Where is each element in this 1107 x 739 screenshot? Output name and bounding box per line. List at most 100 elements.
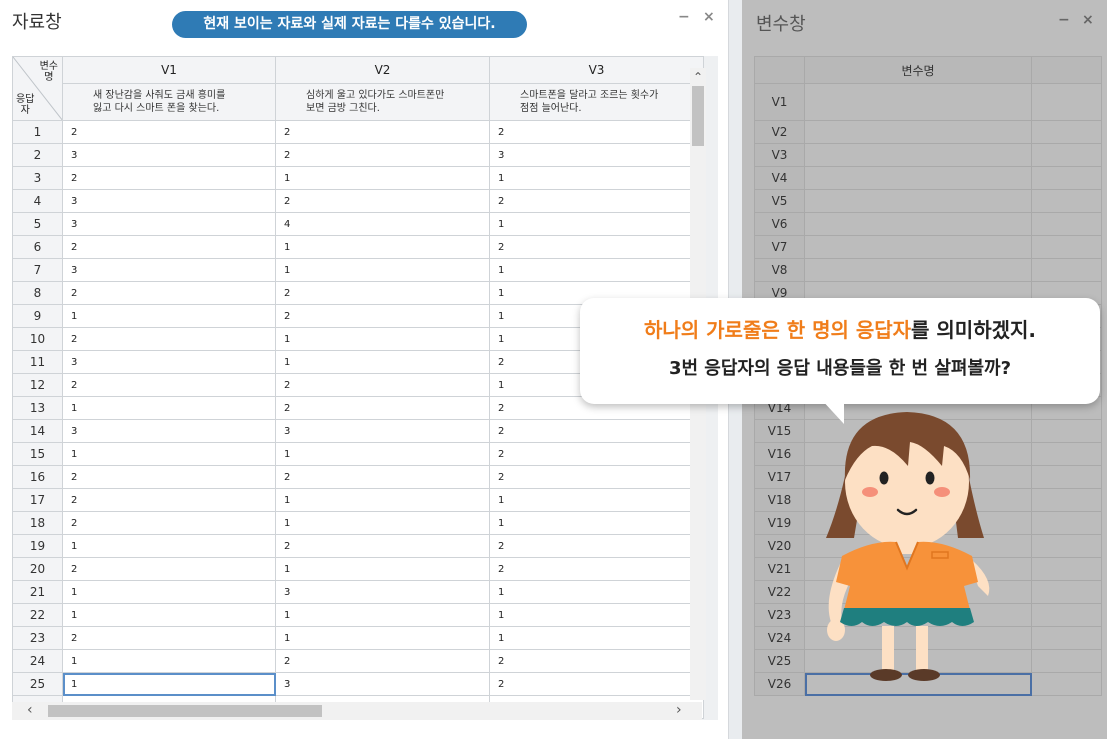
row-number[interactable]: 5 [12, 212, 63, 236]
data-cell[interactable]: 1 [275, 235, 490, 259]
variable-name-cell[interactable] [804, 143, 1032, 167]
row-number[interactable]: 20 [12, 557, 63, 581]
data-cell[interactable]: 2 [489, 557, 704, 581]
data-cell[interactable]: 2 [275, 649, 490, 673]
row-number[interactable]: 9 [12, 304, 63, 328]
column-header-v3[interactable]: V3 [489, 56, 704, 84]
data-cell[interactable]: 2 [275, 189, 490, 213]
variable-extra-cell[interactable] [1031, 235, 1102, 259]
variable-extra-cell[interactable] [1031, 442, 1102, 466]
data-cell[interactable]: 1 [275, 603, 490, 627]
data-cell[interactable]: 1 [275, 350, 490, 374]
data-cell[interactable]: 2 [62, 626, 276, 650]
variable-close-icon[interactable]: × [1082, 12, 1094, 28]
variable-extra-cell[interactable] [1031, 580, 1102, 604]
variable-id[interactable]: V8 [754, 258, 805, 282]
data-cell[interactable]: 2 [489, 649, 704, 673]
row-number[interactable]: 3 [12, 166, 63, 190]
row-number[interactable]: 7 [12, 258, 63, 282]
data-cell[interactable]: 1 [489, 603, 704, 627]
variable-extra-cell[interactable] [1031, 672, 1102, 696]
variable-minimize-icon[interactable]: − [1058, 12, 1070, 28]
data-cell[interactable]: 2 [489, 465, 704, 489]
data-cell[interactable]: 3 [489, 143, 704, 167]
variable-extra-cell[interactable] [1031, 649, 1102, 673]
variable-name-cell[interactable] [804, 189, 1032, 213]
data-cell[interactable]: 2 [489, 442, 704, 466]
row-number[interactable]: 1 [12, 120, 63, 144]
variable-extra-cell[interactable] [1031, 212, 1102, 236]
minimize-icon[interactable]: − [678, 9, 690, 25]
variable-name-cell[interactable] [804, 83, 1032, 121]
row-number[interactable]: 17 [12, 488, 63, 512]
variable-id[interactable]: V16 [754, 442, 805, 466]
variable-name-cell[interactable] [804, 166, 1032, 190]
variable-id[interactable]: V22 [754, 580, 805, 604]
variable-id[interactable]: V20 [754, 534, 805, 558]
column-header-v2[interactable]: V2 [275, 56, 490, 84]
variable-id[interactable]: V7 [754, 235, 805, 259]
data-cell[interactable]: 1 [275, 488, 490, 512]
data-cell[interactable]: 1 [62, 534, 276, 558]
row-number[interactable]: 11 [12, 350, 63, 374]
variable-name-cell[interactable] [804, 120, 1032, 144]
variable-id[interactable]: V21 [754, 557, 805, 581]
row-number[interactable]: 24 [12, 649, 63, 673]
data-cell[interactable]: 1 [275, 557, 490, 581]
data-cell[interactable]: 1 [275, 511, 490, 535]
data-cell[interactable]: 2 [275, 396, 490, 420]
row-number[interactable]: 14 [12, 419, 63, 443]
row-number[interactable]: 22 [12, 603, 63, 627]
row-number[interactable]: 6 [12, 235, 63, 259]
data-cell[interactable]: 1 [489, 166, 704, 190]
data-cell[interactable]: 1 [62, 649, 276, 673]
variable-id[interactable]: V26 [754, 672, 805, 696]
variable-extra-cell[interactable] [1031, 166, 1102, 190]
variable-id[interactable]: V25 [754, 649, 805, 673]
data-cell[interactable]: 2 [62, 557, 276, 581]
variable-extra-cell[interactable] [1031, 626, 1102, 650]
data-cell[interactable]: 1 [489, 580, 704, 604]
row-number[interactable]: 21 [12, 580, 63, 604]
scroll-right-icon[interactable]: › [676, 702, 682, 718]
variable-id[interactable]: V15 [754, 419, 805, 443]
scroll-left-icon[interactable]: ‹ [27, 702, 33, 718]
data-cell[interactable]: 1 [275, 258, 490, 282]
variable-extra-cell[interactable] [1031, 511, 1102, 535]
variable-id[interactable]: V18 [754, 488, 805, 512]
data-cell[interactable]: 1 [489, 626, 704, 650]
variable-id[interactable]: V6 [754, 212, 805, 236]
variable-extra-cell[interactable] [1031, 465, 1102, 489]
row-number[interactable]: 8 [12, 281, 63, 305]
variable-extra-cell[interactable] [1031, 258, 1102, 282]
data-cell[interactable]: 1 [275, 166, 490, 190]
data-cell[interactable]: 1 [489, 488, 704, 512]
data-cell[interactable]: 1 [275, 442, 490, 466]
data-cell[interactable]: 3 [275, 580, 490, 604]
data-cell[interactable]: 3 [275, 672, 490, 696]
data-cell[interactable]: 3 [62, 258, 276, 282]
row-number[interactable]: 19 [12, 534, 63, 558]
data-cell[interactable]: 2 [62, 465, 276, 489]
variable-extra-cell[interactable] [1031, 603, 1102, 627]
data-cell[interactable]: 1 [489, 258, 704, 282]
close-icon[interactable]: × [703, 9, 715, 25]
data-cell[interactable]: 1 [489, 212, 704, 236]
row-number[interactable]: 16 [12, 465, 63, 489]
variable-extra-cell[interactable] [1031, 143, 1102, 167]
data-cell[interactable]: 2 [62, 235, 276, 259]
variable-id[interactable]: V23 [754, 603, 805, 627]
data-cell[interactable]: 2 [62, 166, 276, 190]
data-cell[interactable]: 2 [489, 672, 704, 696]
data-cell[interactable]: 4 [275, 212, 490, 236]
variable-id[interactable]: V19 [754, 511, 805, 535]
data-cell[interactable]: 3 [62, 212, 276, 236]
variable-name-cell[interactable] [804, 235, 1032, 259]
data-cell[interactable]: 2 [489, 120, 704, 144]
data-cell[interactable]: 2 [62, 511, 276, 535]
data-cell[interactable]: 2 [275, 534, 490, 558]
data-cell[interactable]: 2 [275, 120, 490, 144]
variable-extra-cell[interactable] [1031, 120, 1102, 144]
data-cell[interactable]: 2 [489, 189, 704, 213]
data-cell[interactable]: 1 [275, 626, 490, 650]
